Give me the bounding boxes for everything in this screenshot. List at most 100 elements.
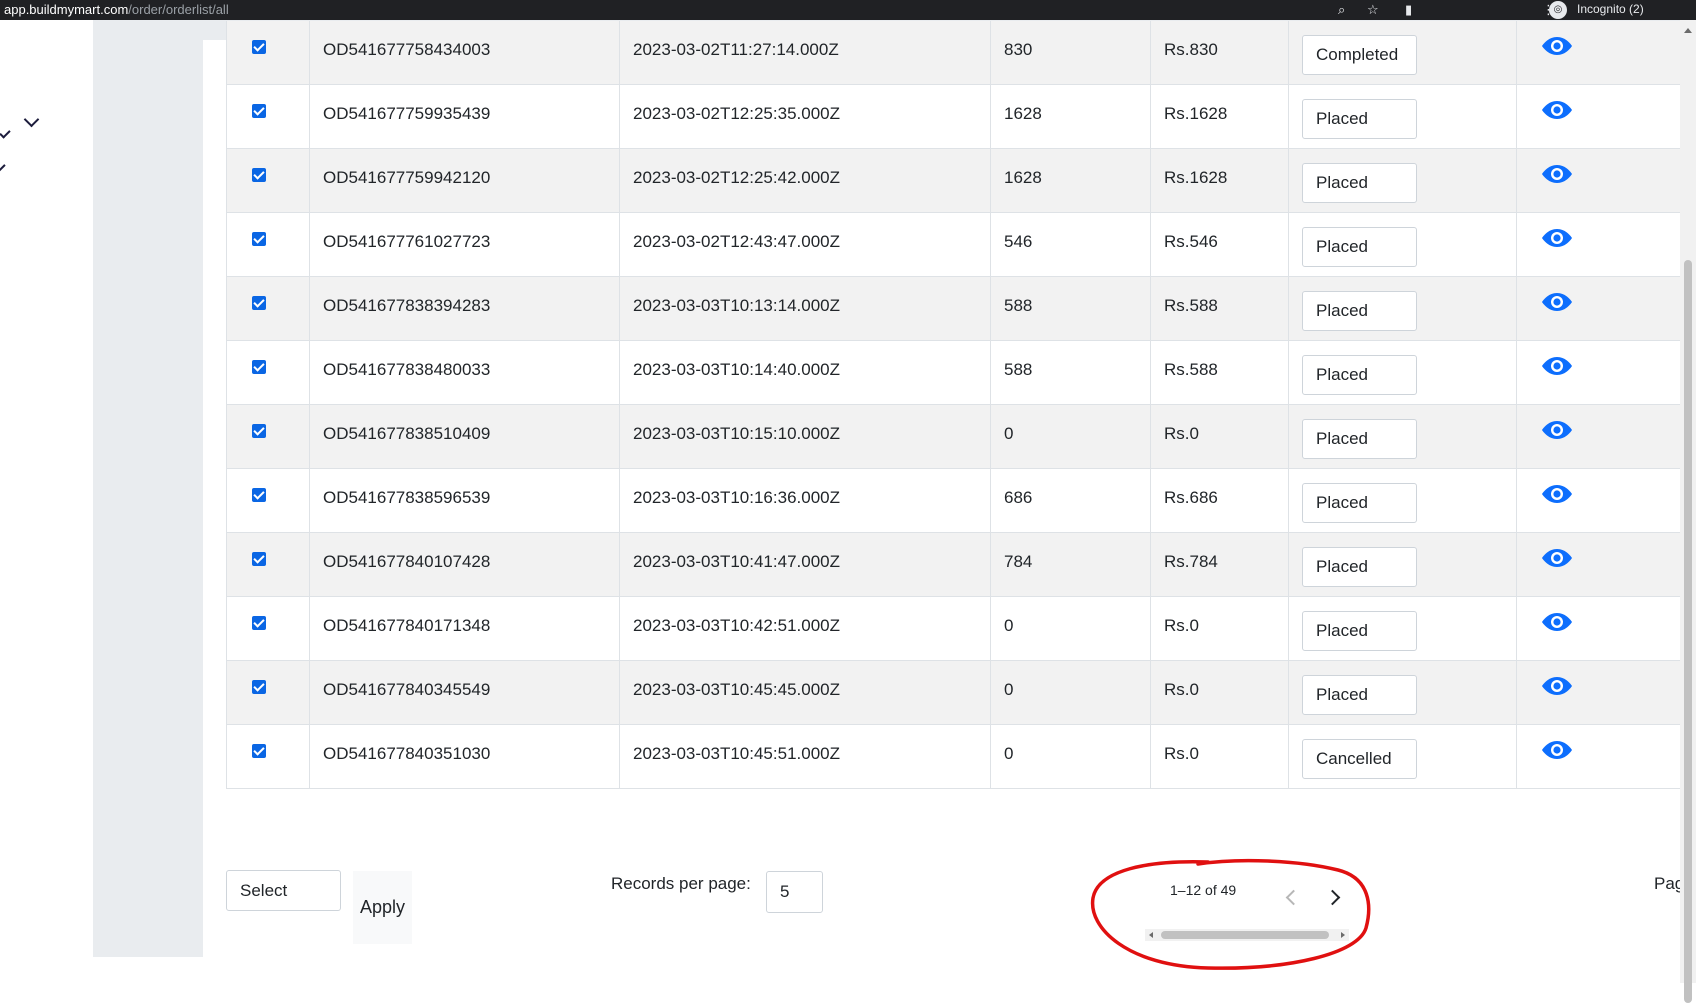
row-checkbox[interactable] [252, 488, 266, 502]
row-checkbox[interactable] [252, 616, 266, 630]
side-panel-icon[interactable]: ▮ [1405, 2, 1412, 18]
order-id: OD541677758434003 [323, 40, 491, 59]
order-id: OD541677761027723 [323, 232, 491, 251]
row-checkbox[interactable] [252, 104, 266, 118]
order-amount: 588 [1004, 360, 1033, 379]
order-amount: 0 [1004, 616, 1014, 635]
order-id-cell: OD541677840107428 [310, 533, 620, 597]
order-date: 2023-03-02T12:43:47.000Z [633, 232, 840, 251]
scroll-up-arrow-icon[interactable] [1684, 28, 1692, 33]
order-amount: 1628 [1004, 168, 1042, 187]
row-checkbox[interactable] [252, 680, 266, 694]
address-bar[interactable]: app.buildmymart.com/order/orderlist/all [4, 2, 229, 17]
eye-icon[interactable] [1541, 162, 1573, 186]
order-amount: 784 [1004, 552, 1033, 571]
order-date-cell: 2023-03-02T12:25:35.000Z [620, 85, 991, 149]
status-select[interactable]: Placed [1302, 227, 1417, 267]
view-cell [1517, 85, 1696, 149]
status-select[interactable]: Placed [1302, 675, 1417, 715]
select-cell [226, 85, 310, 149]
bookmark-star-icon[interactable]: ☆ [1367, 2, 1379, 18]
order-id: OD541677838394283 [323, 296, 491, 315]
order-date-cell: 2023-03-03T10:16:36.000Z [620, 469, 991, 533]
order-status-cell: Placed [1289, 533, 1517, 597]
order-id: OD541677840107428 [323, 552, 491, 571]
table-row: OD541677838394283 2023-03-03T10:13:14.000… [226, 277, 1696, 341]
order-status-cell: Placed [1289, 469, 1517, 533]
view-cell [1517, 21, 1696, 85]
status-select[interactable]: Placed [1302, 291, 1417, 331]
records-per-page-input[interactable]: 5 [766, 871, 823, 913]
order-id-cell: OD541677838510409 [310, 405, 620, 469]
status-select[interactable]: Placed [1302, 483, 1417, 523]
order-price-cell: Rs.0 [1151, 725, 1289, 789]
status-select[interactable]: Placed [1302, 355, 1417, 395]
eye-icon[interactable] [1541, 738, 1573, 762]
eye-icon[interactable] [1541, 418, 1573, 442]
eye-icon[interactable] [1541, 482, 1573, 506]
bulk-action-select[interactable]: Select [226, 870, 341, 911]
order-date: 2023-03-02T12:25:35.000Z [633, 104, 840, 123]
apply-button[interactable]: Apply [353, 871, 412, 944]
order-id: OD541677759935439 [323, 104, 491, 123]
order-amount: 686 [1004, 488, 1033, 507]
order-id-cell: OD541677759942120 [310, 149, 620, 213]
order-date: 2023-03-03T10:42:51.000Z [633, 616, 840, 635]
order-price: Rs.588 [1164, 360, 1218, 379]
table-row: OD541677840345549 2023-03-03T10:45:45.000… [226, 661, 1696, 725]
order-date-cell: 2023-03-03T10:41:47.000Z [620, 533, 991, 597]
red-annotation-circle [1090, 858, 1371, 970]
table-row: OD541677759942120 2023-03-02T12:25:42.000… [226, 149, 1696, 213]
row-checkbox[interactable] [252, 360, 266, 374]
select-cell [226, 21, 310, 85]
view-cell [1517, 725, 1696, 789]
row-checkbox[interactable] [252, 168, 266, 182]
order-price: Rs.686 [1164, 488, 1218, 507]
status-select[interactable]: Completed [1302, 35, 1417, 75]
order-price: Rs.784 [1164, 552, 1218, 571]
table-row: OD541677840171348 2023-03-03T10:42:51.000… [226, 597, 1696, 661]
status-select[interactable]: Placed [1302, 419, 1417, 459]
order-price-cell: Rs.0 [1151, 661, 1289, 725]
order-amount-cell: 0 [991, 725, 1151, 789]
view-cell [1517, 213, 1696, 277]
zoom-icon[interactable]: ⌕ [1338, 2, 1345, 18]
eye-icon[interactable] [1541, 98, 1573, 122]
page-vertical-scrollbar[interactable] [1680, 20, 1696, 1003]
row-checkbox[interactable] [252, 552, 266, 566]
order-id-cell: OD541677838394283 [310, 277, 620, 341]
status-select[interactable]: Placed [1302, 611, 1417, 651]
order-id-cell: OD541677759935439 [310, 85, 620, 149]
order-price: Rs.588 [1164, 296, 1218, 315]
order-id-cell: OD541677761027723 [310, 213, 620, 277]
status-select[interactable]: Placed [1302, 99, 1417, 139]
status-select[interactable]: Placed [1302, 163, 1417, 203]
table-row: OD541677840107428 2023-03-03T10:41:47.000… [226, 533, 1696, 597]
chevron-down-icon[interactable] [23, 111, 40, 128]
eye-icon[interactable] [1541, 610, 1573, 634]
eye-icon[interactable] [1541, 674, 1573, 698]
scrollbar-thumb[interactable] [1684, 260, 1692, 1003]
table-row: OD541677838480033 2023-03-03T10:14:40.000… [226, 341, 1696, 405]
order-price-cell: Rs.588 [1151, 341, 1289, 405]
eye-icon[interactable] [1541, 290, 1573, 314]
row-checkbox[interactable] [252, 232, 266, 246]
eye-icon[interactable] [1541, 34, 1573, 58]
order-date: 2023-03-03T10:15:10.000Z [633, 424, 840, 443]
order-amount-cell: 686 [991, 469, 1151, 533]
eye-icon[interactable] [1541, 546, 1573, 570]
status-select[interactable]: Cancelled [1302, 739, 1417, 779]
order-amount: 0 [1004, 680, 1014, 699]
row-checkbox[interactable] [252, 744, 266, 758]
row-checkbox[interactable] [252, 296, 266, 310]
browser-menu-icon[interactable]: ⋮ [1542, 2, 1555, 18]
row-checkbox[interactable] [252, 424, 266, 438]
order-price: Rs.830 [1164, 40, 1218, 59]
eye-icon[interactable] [1541, 226, 1573, 250]
row-checkbox[interactable] [252, 40, 266, 54]
status-select[interactable]: Placed [1302, 547, 1417, 587]
order-price: Rs.0 [1164, 616, 1199, 635]
order-date-cell: 2023-03-02T11:27:14.000Z [620, 21, 991, 85]
eye-icon[interactable] [1541, 354, 1573, 378]
select-cell [226, 469, 310, 533]
